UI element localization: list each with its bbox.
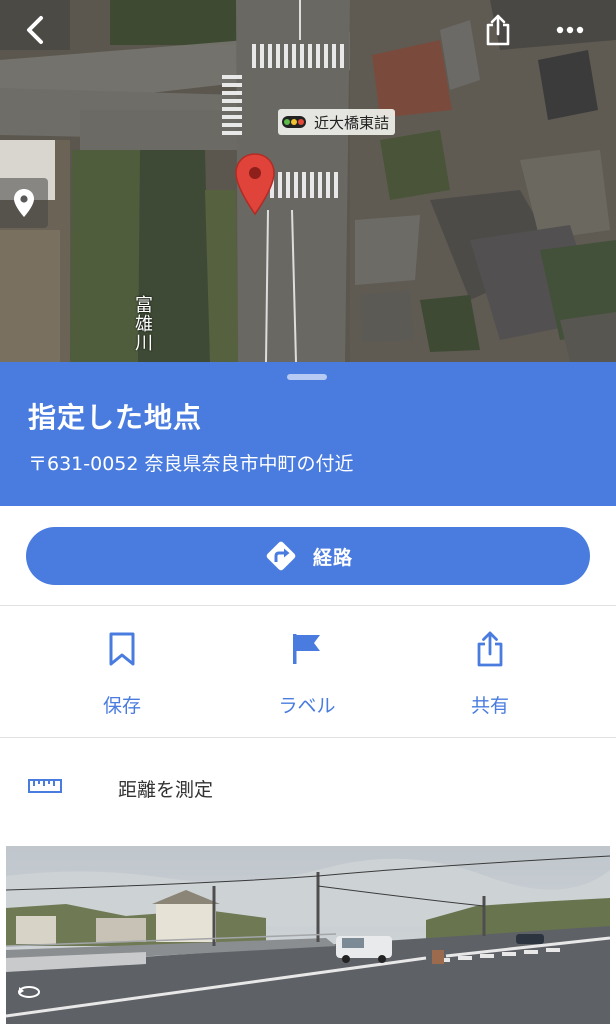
action-row: 保存 ラベル 共有 xyxy=(0,606,616,738)
dropped-pin-icon[interactable] xyxy=(234,152,276,220)
directions-button[interactable]: 経路 xyxy=(26,527,590,585)
flag-icon xyxy=(293,633,320,664)
share-icon xyxy=(486,14,510,46)
street-view-rotate-icon xyxy=(16,982,42,1002)
bookmark-icon xyxy=(109,632,135,665)
place-address: 〒631-0052 奈良県奈良市中町の付近 xyxy=(28,453,354,475)
measure-distance-item[interactable]: 距離を測定 xyxy=(0,738,616,838)
save-label: 保存 xyxy=(102,695,141,717)
back-arrow-icon xyxy=(27,16,43,44)
more-button[interactable] xyxy=(546,6,594,54)
place-title: 指定した地点 xyxy=(28,401,203,434)
ruler-icon xyxy=(28,779,62,793)
place-header[interactable]: 指定した地点 〒631-0052 奈良県奈良市中町の付近 xyxy=(0,362,616,506)
poi-label[interactable]: 近大橋東詰 xyxy=(278,109,396,135)
satellite-imagery xyxy=(0,0,616,362)
map-view[interactable]: 近大橋東詰 富 雄 川 xyxy=(0,0,616,362)
location-button[interactable] xyxy=(0,178,48,228)
label-button[interactable]: ラベル xyxy=(247,628,367,718)
directions-label: 経路 xyxy=(312,546,353,569)
location-pin-icon xyxy=(14,189,34,217)
street-view-thumbnail[interactable] xyxy=(6,846,610,1024)
share-label: 共有 xyxy=(470,695,509,717)
share-button[interactable]: 共有 xyxy=(430,628,550,718)
more-horizontal-icon xyxy=(556,26,584,34)
street-view-image xyxy=(6,846,610,1024)
save-button[interactable]: 保存 xyxy=(62,628,182,718)
directions-icon xyxy=(263,538,299,574)
river-label: 富 雄 川 xyxy=(135,295,153,354)
measure-distance-label: 距離を測定 xyxy=(118,779,214,801)
back-button[interactable] xyxy=(12,6,60,54)
share-icon xyxy=(477,631,503,666)
directions-section: 経路 xyxy=(0,506,616,606)
traffic-light-icon xyxy=(282,116,306,128)
poi-label-text: 近大橋東詰 xyxy=(314,113,390,132)
share-top-button[interactable] xyxy=(474,6,522,54)
drag-handle[interactable] xyxy=(287,374,327,380)
label-label: ラベル xyxy=(278,695,336,717)
